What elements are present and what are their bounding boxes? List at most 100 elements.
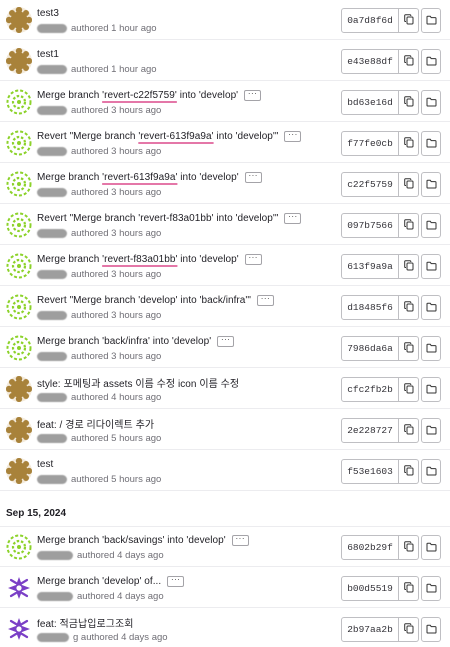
browse-files-button[interactable] — [421, 295, 441, 320]
commit-title[interactable]: test — [37, 459, 53, 470]
commit-title[interactable]: Merge branch 'revert-f83a01bb' into 'dev… — [37, 254, 239, 265]
commit-title[interactable]: Merge branch 'revert-c22f5759' into 'dev… — [37, 90, 238, 101]
copy-sha-button[interactable] — [399, 213, 419, 238]
copy-sha-button[interactable] — [399, 49, 419, 74]
author-name-redacted[interactable] — [37, 351, 67, 361]
author-name-redacted[interactable] — [37, 632, 69, 642]
commit-title[interactable]: test3 — [37, 8, 59, 19]
copy-sha-button[interactable] — [399, 459, 419, 484]
author-avatar[interactable] — [6, 534, 32, 560]
author-avatar[interactable] — [6, 417, 32, 443]
commit-sha-link[interactable]: 613f9a9a — [341, 254, 399, 279]
copy-sha-button[interactable] — [399, 617, 419, 642]
commit-sha-link[interactable]: c22f5759 — [341, 172, 399, 197]
author-name-redacted[interactable] — [37, 64, 67, 74]
copy-sha-button[interactable] — [399, 576, 419, 601]
author-name-redacted[interactable] — [37, 550, 73, 560]
toggle-description-button[interactable]: ··· — [231, 534, 249, 546]
author-avatar[interactable] — [6, 7, 32, 33]
toggle-description-button[interactable]: ··· — [244, 89, 262, 101]
commit-title[interactable]: Merge branch 'back/infra' into 'develop' — [37, 336, 211, 347]
toggle-description-button[interactable]: ··· — [167, 575, 185, 587]
browse-files-button[interactable] — [421, 459, 441, 484]
commit-sha-link[interactable]: 7986da6a — [341, 336, 399, 361]
browse-files-button[interactable] — [421, 90, 441, 115]
author-name-redacted[interactable] — [37, 146, 67, 156]
commit-sha-link[interactable]: 2b97aa2b — [341, 617, 399, 642]
author-avatar[interactable] — [6, 253, 32, 279]
copy-sha-button[interactable] — [399, 8, 419, 33]
author-avatar[interactable] — [6, 335, 32, 361]
toggle-description-button[interactable]: ··· — [284, 130, 302, 142]
copy-sha-button[interactable] — [399, 131, 419, 156]
author-name-redacted[interactable] — [37, 23, 67, 33]
commit-title[interactable]: style: 포메팅과 assets 이름 수정 icon 이름 수정 — [37, 375, 239, 390]
commit-sha-link[interactable]: bd63e16d — [341, 90, 399, 115]
toggle-description-button[interactable]: ··· — [244, 171, 262, 183]
commit-sha-link[interactable]: 0a7d8f6d — [341, 8, 399, 33]
copy-sha-button[interactable] — [399, 90, 419, 115]
commit-title[interactable]: feat: 적금납입로그조회 — [37, 615, 134, 630]
commit-sha-link[interactable]: f77fe0cb — [341, 131, 399, 156]
browse-files-button[interactable] — [421, 172, 441, 197]
author-name-redacted[interactable] — [37, 591, 73, 601]
author-name-redacted[interactable] — [37, 310, 67, 320]
author-avatar[interactable] — [6, 212, 32, 238]
browse-files-button[interactable] — [421, 213, 441, 238]
author-name-redacted[interactable] — [37, 187, 67, 197]
author-avatar[interactable] — [6, 130, 32, 156]
browse-files-button[interactable] — [421, 377, 441, 402]
browse-files-button[interactable] — [421, 535, 441, 560]
commit-title[interactable]: Merge branch 'back/savings' into 'develo… — [37, 535, 226, 546]
commit-title[interactable]: Revert "Merge branch 'develop' into 'bac… — [37, 295, 251, 306]
copy-sha-button[interactable] — [399, 377, 419, 402]
commit-sha-link[interactable]: f53e1603 — [341, 459, 399, 484]
commit-row: Revert "Merge branch 'revert-613f9a9a' i… — [0, 123, 450, 163]
toggle-description-button[interactable]: ··· — [217, 335, 235, 347]
author-avatar[interactable] — [6, 48, 32, 74]
author-avatar[interactable] — [6, 458, 32, 484]
author-avatar[interactable] — [6, 294, 32, 320]
commit-title[interactable]: Revert "Merge branch 'revert-613f9a9a' i… — [37, 131, 278, 142]
commit-sha-link[interactable]: e43e88df — [341, 49, 399, 74]
browse-files-button[interactable] — [421, 8, 441, 33]
browse-files-button[interactable] — [421, 254, 441, 279]
author-avatar[interactable] — [6, 376, 32, 402]
author-avatar[interactable] — [6, 89, 32, 115]
author-name-redacted[interactable] — [37, 474, 67, 484]
browse-files-button[interactable] — [421, 576, 441, 601]
toggle-description-button[interactable]: ··· — [244, 253, 262, 265]
commit-title[interactable]: Merge branch 'revert-613f9a9a' into 'dev… — [37, 172, 239, 183]
commit-title[interactable]: feat: / 경로 리다이렉트 추가 — [37, 416, 154, 431]
browse-files-button[interactable] — [421, 49, 441, 74]
copy-sha-button[interactable] — [399, 254, 419, 279]
commit-sha-link[interactable]: b00d5519 — [341, 576, 399, 601]
commit-sha-link[interactable]: cfc2fb2b — [341, 377, 399, 402]
copy-sha-button[interactable] — [399, 418, 419, 443]
browse-files-button[interactable] — [421, 617, 441, 642]
copy-sha-button[interactable] — [399, 535, 419, 560]
commit-title[interactable]: Revert "Merge branch 'revert-f83a01bb' i… — [37, 213, 278, 224]
commit-sha-link[interactable]: 6802b29f — [341, 535, 399, 560]
commit-sha-link[interactable]: 2e228727 — [341, 418, 399, 443]
toggle-description-button[interactable]: ··· — [256, 294, 274, 306]
author-name-redacted[interactable] — [37, 105, 67, 115]
author-name-redacted[interactable] — [37, 392, 67, 402]
commit-title[interactable]: Merge branch 'develop' of... — [37, 576, 161, 587]
browse-files-button[interactable] — [421, 131, 441, 156]
author-name-redacted[interactable] — [37, 269, 67, 279]
commit-title[interactable]: test1 — [37, 49, 59, 60]
copy-sha-button[interactable] — [399, 336, 419, 361]
author-avatar[interactable] — [6, 171, 32, 197]
copy-sha-button[interactable] — [399, 295, 419, 320]
toggle-description-button[interactable]: ··· — [284, 212, 302, 224]
author-avatar[interactable] — [6, 575, 32, 601]
author-avatar[interactable] — [6, 616, 32, 642]
browse-files-button[interactable] — [421, 336, 441, 361]
author-name-redacted[interactable] — [37, 433, 67, 443]
commit-sha-link[interactable]: d18485f6 — [341, 295, 399, 320]
copy-sha-button[interactable] — [399, 172, 419, 197]
author-name-redacted[interactable] — [37, 228, 67, 238]
browse-files-button[interactable] — [421, 418, 441, 443]
commit-sha-link[interactable]: 097b7566 — [341, 213, 399, 238]
